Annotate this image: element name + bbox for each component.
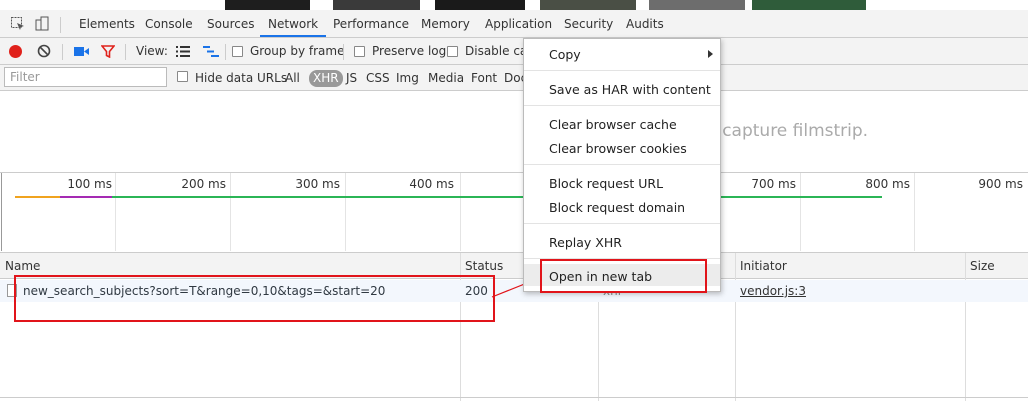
timeline-bar-scripting bbox=[60, 196, 112, 198]
menu-item-block-url[interactable]: Block request URL bbox=[549, 176, 663, 191]
tick-line bbox=[1, 173, 2, 251]
tab-performance[interactable]: Performance bbox=[333, 10, 409, 37]
annotation-request-highlight bbox=[14, 275, 495, 322]
thumbnail-1 bbox=[225, 0, 310, 10]
disable-cache-checkbox[interactable] bbox=[447, 46, 458, 57]
filter-icon[interactable] bbox=[100, 45, 116, 61]
group-by-frame-checkbox[interactable] bbox=[232, 46, 243, 57]
thumbnail-2 bbox=[333, 0, 420, 10]
tick-label-300: 300 ms bbox=[295, 177, 340, 191]
panel-bottom-border bbox=[0, 397, 1028, 398]
inspect-icon[interactable] bbox=[10, 16, 26, 35]
tab-network[interactable]: Network bbox=[260, 10, 327, 37]
filter-type-js[interactable]: JS bbox=[346, 65, 357, 91]
tab-application[interactable]: Application bbox=[485, 10, 552, 37]
tick-line bbox=[914, 173, 915, 251]
tick-label-400: 400 ms bbox=[409, 177, 454, 191]
menu-item-copy[interactable]: Copy bbox=[549, 47, 581, 62]
thumbnail-4 bbox=[540, 0, 636, 10]
filter-type-img[interactable]: Img bbox=[396, 65, 419, 91]
tick-line bbox=[230, 173, 231, 251]
tab-sources[interactable]: Sources bbox=[207, 10, 254, 37]
toolbar-divider bbox=[225, 44, 226, 60]
clear-icon[interactable] bbox=[37, 44, 51, 61]
column-initiator[interactable]: Initiator bbox=[740, 253, 787, 279]
preserve-log-checkbox[interactable] bbox=[354, 46, 365, 57]
hide-data-urls-label[interactable]: Hide data URLs bbox=[195, 65, 287, 91]
menu-item-save-har[interactable]: Save as HAR with content bbox=[549, 82, 711, 97]
tick-line bbox=[800, 173, 801, 251]
group-by-frame-label[interactable]: Group by frame bbox=[250, 38, 344, 65]
tab-elements[interactable]: Elements bbox=[79, 10, 135, 37]
column-size[interactable]: Size bbox=[970, 253, 995, 279]
filter-type-xhr[interactable]: XHR bbox=[309, 70, 343, 87]
menu-separator bbox=[524, 70, 720, 71]
thumbnail-6 bbox=[752, 0, 866, 10]
devtools-tab-bar: Elements Console Sources Network Perform… bbox=[0, 10, 1028, 38]
filter-type-media[interactable]: Media bbox=[428, 65, 464, 91]
timeline-overview: 100 ms 200 ms 300 ms 400 ms 700 ms 800 m… bbox=[0, 172, 1028, 252]
filter-type-font[interactable]: Font bbox=[471, 65, 497, 91]
filmstrip-hint: d capture filmstrip. bbox=[706, 121, 869, 141]
network-toolbar: View: Group by frame Preserve log Disabl… bbox=[0, 38, 1028, 65]
tab-security[interactable]: Security bbox=[564, 10, 613, 37]
tick-label-700: 700 ms bbox=[751, 177, 796, 191]
tab-memory[interactable]: Memory bbox=[421, 10, 470, 37]
screenshot-thumbnail-strip bbox=[0, 0, 1028, 10]
filter-type-all[interactable]: All bbox=[285, 65, 300, 91]
menu-item-block-domain[interactable]: Block request domain bbox=[549, 200, 685, 215]
filter-type-css[interactable]: CSS bbox=[366, 65, 390, 91]
tick-label-800: 800 ms bbox=[865, 177, 910, 191]
toolbar-divider bbox=[125, 44, 126, 60]
tick-label-200: 200 ms bbox=[181, 177, 226, 191]
tick-line bbox=[345, 173, 346, 251]
filter-input[interactable]: Filter bbox=[4, 67, 167, 87]
column-divider[interactable] bbox=[735, 253, 736, 401]
record-icon[interactable] bbox=[9, 45, 22, 58]
tick-label-900: 900 ms bbox=[978, 177, 1023, 191]
tab-audits[interactable]: Audits bbox=[626, 10, 664, 37]
filter-bar: Filter Hide data URLs All XHR JS CSS Img… bbox=[0, 65, 1028, 91]
menu-item-replay-xhr[interactable]: Replay XHR bbox=[549, 235, 622, 250]
toolbar-divider bbox=[62, 44, 63, 60]
tab-bar-divider bbox=[60, 17, 61, 33]
timeline-bar-waiting bbox=[15, 196, 60, 198]
submenu-arrow-icon bbox=[708, 50, 713, 58]
waterfall-view-icon[interactable] bbox=[203, 46, 219, 60]
tab-console[interactable]: Console bbox=[145, 10, 193, 37]
toolbar-divider bbox=[343, 44, 344, 60]
hide-data-urls-checkbox[interactable] bbox=[177, 71, 188, 82]
camera-icon[interactable] bbox=[74, 46, 90, 60]
thumbnail-3 bbox=[435, 0, 525, 10]
annotation-open-new-tab-highlight bbox=[540, 259, 707, 293]
tick-line bbox=[115, 173, 116, 251]
thumbnail-5 bbox=[649, 0, 745, 10]
timeline-bar-loading bbox=[112, 196, 882, 198]
context-menu: Copy Save as HAR with content Clear brow… bbox=[523, 38, 721, 292]
menu-item-clear-cache[interactable]: Clear browser cache bbox=[549, 117, 677, 132]
list-view-icon[interactable] bbox=[176, 46, 190, 60]
menu-separator bbox=[524, 223, 720, 224]
request-initiator-link[interactable]: vendor.js:3 bbox=[740, 280, 806, 302]
column-divider[interactable] bbox=[965, 253, 966, 401]
menu-separator bbox=[524, 105, 720, 106]
device-toolbar-icon[interactable] bbox=[34, 16, 50, 35]
menu-separator bbox=[524, 164, 720, 165]
preserve-log-label[interactable]: Preserve log bbox=[372, 38, 446, 65]
view-label: View: bbox=[136, 44, 168, 58]
tick-line bbox=[460, 173, 461, 251]
tick-label-100: 100 ms bbox=[67, 177, 112, 191]
menu-item-clear-cookies[interactable]: Clear browser cookies bbox=[549, 141, 687, 156]
